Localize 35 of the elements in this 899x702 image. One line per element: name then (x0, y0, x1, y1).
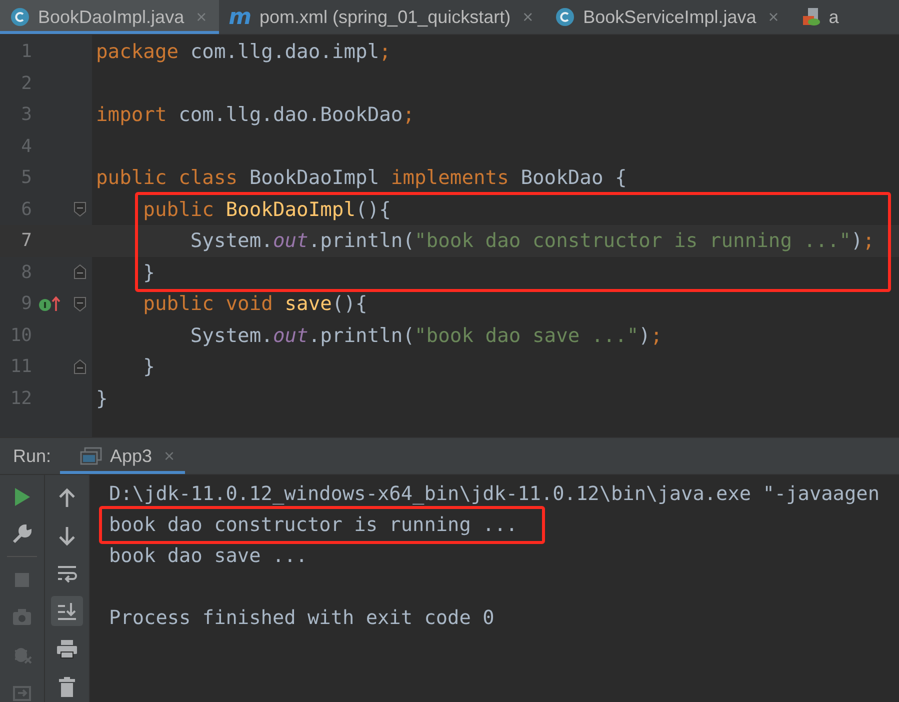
code-line: public void save(){ (142, 292, 368, 316)
run-tab[interactable]: App3 × (60, 438, 185, 474)
class-icon (555, 7, 576, 27)
console-line: Process finished with exit code 0 (109, 606, 494, 629)
editor-tab[interactable]: BookDaoImpl.java × (0, 0, 219, 34)
editor-tab[interactable]: m pom.xml (spring_01_quickstart) × (218, 0, 546, 34)
run-label: Run: (13, 446, 52, 466)
console-line: book dao save ... (109, 544, 308, 567)
maven-icon: m (228, 4, 252, 30)
code-line: } (142, 355, 155, 378)
wrench-icon[interactable] (11, 522, 33, 545)
class-icon (10, 7, 30, 27)
code-line: } (142, 260, 155, 284)
code-line: } (96, 386, 108, 410)
code-line: System.out.println("book dao constructor is running ..."); (189, 229, 875, 252)
code-line: public class BookDaoImpl implements BookDao { (96, 166, 627, 190)
close-icon[interactable]: × (522, 6, 534, 28)
console-tool-button[interactable] (51, 596, 83, 626)
window-icon (80, 447, 102, 465)
code-line: System.out.println("book dao save ..."); (189, 324, 662, 347)
down-icon (56, 524, 78, 547)
line-number: 7 (20, 230, 32, 252)
code-line: public BookDaoImpl(){ (142, 198, 391, 221)
close-icon[interactable]: × (768, 6, 779, 28)
close-icon[interactable]: × (164, 446, 175, 466)
print-icon (56, 638, 78, 660)
trash-icon (56, 676, 78, 698)
scroll-end-icon (56, 600, 78, 622)
file-icon (800, 7, 821, 27)
code-line: import com.llg.dao.BookDao; (96, 103, 415, 126)
editor-tab[interactable]: BookServiceImpl.java × (545, 0, 791, 34)
editor-tab[interactable]: a (790, 0, 851, 34)
code-line: package com.llg.dao.impl; (96, 40, 391, 64)
console-line: book dao constructor is running ... (109, 513, 518, 536)
console-line: D:\jdk-11.0.12_windows-x64_bin\jdk-11.0.12\bin\java.exe "-javaagen (109, 482, 880, 505)
